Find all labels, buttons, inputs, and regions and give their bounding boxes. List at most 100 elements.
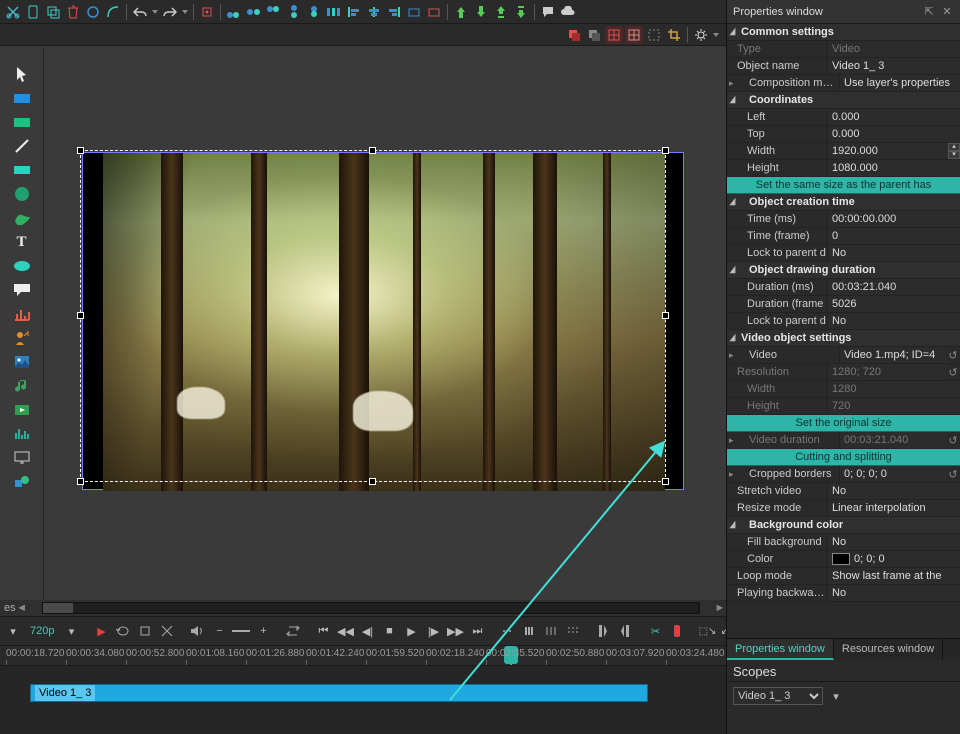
comment-icon[interactable] — [539, 3, 557, 21]
tab-properties[interactable]: Properties window — [727, 639, 834, 660]
undo-icon[interactable] — [131, 3, 149, 21]
dropdown-icon[interactable]: ▾ — [4, 621, 22, 641]
snap-icon[interactable] — [136, 621, 154, 641]
split-icon[interactable]: ✂ — [646, 621, 664, 641]
cut-icon[interactable] — [4, 3, 22, 21]
bounds-icon[interactable] — [645, 26, 663, 44]
vol-slider[interactable] — [232, 621, 250, 641]
section-drawing-duration[interactable]: Object drawing duration — [727, 262, 960, 279]
markers4-icon[interactable] — [564, 621, 582, 641]
res-reset-icon[interactable]: ↺ — [946, 366, 960, 379]
preview-canvas[interactable] — [44, 46, 726, 600]
redo-icon[interactable] — [161, 3, 179, 21]
crop-icon[interactable] — [665, 26, 683, 44]
fast-fwd-icon[interactable]: ⏭ — [468, 621, 486, 641]
copy-icon[interactable] — [44, 3, 62, 21]
scroll-right-icon[interactable]: ► — [714, 602, 726, 614]
device-icon[interactable] — [24, 3, 42, 21]
prev-frame-icon[interactable]: ◀◀ — [336, 621, 354, 641]
section-background[interactable]: Background color — [727, 517, 960, 534]
marker-start-icon[interactable] — [594, 621, 612, 641]
ellipse-tool-icon[interactable] — [10, 256, 34, 276]
marker-red-icon[interactable] — [668, 621, 686, 641]
redo-dropdown[interactable] — [181, 3, 189, 21]
counter-tool-icon[interactable] — [10, 328, 34, 348]
chart-tool-icon[interactable] — [10, 304, 34, 324]
pin-icon[interactable]: ⇱ — [922, 5, 936, 18]
bring-front-icon[interactable] — [492, 3, 510, 21]
tab-resources[interactable]: Resources window — [834, 639, 943, 660]
close-panel-icon[interactable]: ✕ — [940, 5, 954, 18]
same-size-button[interactable]: Set the same size as the parent has — [727, 177, 960, 194]
rect-red-icon[interactable] — [425, 3, 443, 21]
width-spinner[interactable]: ▴▾ — [948, 143, 960, 159]
freeform-tool-icon[interactable] — [10, 208, 34, 228]
align-v1-icon[interactable] — [285, 3, 303, 21]
audio-tool-icon[interactable] — [10, 376, 34, 396]
next-frame-icon[interactable]: ▶▶ — [446, 621, 464, 641]
section-creation-time[interactable]: Object creation time — [727, 194, 960, 211]
record-icon[interactable]: ▶ — [92, 621, 110, 641]
crop-reset-icon[interactable]: ↺ — [946, 468, 960, 481]
screen-tool-icon[interactable] — [10, 448, 34, 468]
align-right-icon[interactable] — [385, 3, 403, 21]
cloud-icon[interactable] — [559, 3, 577, 21]
speaker-icon[interactable] — [188, 621, 206, 641]
video-frame[interactable] — [82, 152, 684, 490]
stop-icon[interactable]: ■ — [380, 621, 398, 641]
snap-icon[interactable] — [198, 3, 216, 21]
scrollbar-thumb[interactable] — [43, 603, 73, 613]
move-up-icon[interactable] — [452, 3, 470, 21]
align-group2-icon[interactable] — [245, 3, 263, 21]
settings-dropdown[interactable] — [712, 26, 720, 44]
resolution-label[interactable]: 720p — [26, 625, 58, 637]
layers-blue-icon[interactable] — [585, 26, 603, 44]
video-clip[interactable]: Video 1_ 3 — [30, 684, 648, 702]
pointer-tool-icon[interactable] — [10, 64, 34, 84]
align-v2-icon[interactable] — [305, 3, 323, 21]
vdur-reset-icon[interactable]: ↺ — [946, 434, 960, 447]
markers1-icon[interactable] — [498, 621, 516, 641]
move-down-icon[interactable] — [472, 3, 490, 21]
vol-up-icon[interactable]: + — [254, 621, 272, 641]
rect-green-tool-icon[interactable] — [10, 112, 34, 132]
align-group1-icon[interactable] — [225, 3, 243, 21]
marker-end-icon[interactable] — [616, 621, 634, 641]
markers2-icon[interactable] — [520, 621, 538, 641]
step-back-icon[interactable]: ◀| — [358, 621, 376, 641]
align-group3-icon[interactable] — [265, 3, 283, 21]
scrollbar-track[interactable] — [42, 602, 700, 614]
line-tool-icon[interactable] — [10, 136, 34, 156]
text-tool-icon[interactable]: T — [10, 232, 34, 252]
timeline-tracks[interactable]: Video 1_ 3 — [0, 666, 726, 726]
grid-icon[interactable] — [625, 26, 643, 44]
section-common[interactable]: Common settings — [727, 24, 960, 41]
rect-blue-icon[interactable] — [405, 3, 423, 21]
markers3-icon[interactable] — [542, 621, 560, 641]
timeline-ruler[interactable]: 00:00:18.72000:00:34.08000:00:52.80000:0… — [0, 646, 726, 666]
video-reset-icon[interactable]: ↺ — [946, 349, 960, 362]
grid-red-icon[interactable] — [605, 26, 623, 44]
loop-icon[interactable] — [114, 621, 132, 641]
tooltip-tool-icon[interactable] — [10, 280, 34, 300]
scopes-select[interactable]: Video 1_ 3 — [733, 687, 823, 705]
video-tool-icon[interactable] — [10, 400, 34, 420]
delete-icon[interactable] — [64, 3, 82, 21]
cutting-splitting-button[interactable]: Cutting and splitting — [727, 449, 960, 466]
visualization-tool-icon[interactable] — [10, 424, 34, 444]
send-back-icon[interactable] — [512, 3, 530, 21]
zoom-in-tl-icon[interactable]: ⬚↘ — [698, 621, 716, 641]
circle-icon[interactable] — [84, 3, 102, 21]
section-coordinates[interactable]: Coordinates — [727, 92, 960, 109]
align-left-icon[interactable] — [345, 3, 363, 21]
distribute-h-icon[interactable] — [325, 3, 343, 21]
curve-icon[interactable] — [104, 3, 122, 21]
scopes-dropdown-icon[interactable]: ▾ — [827, 686, 845, 706]
scroll-left-icon[interactable]: ◄ — [16, 602, 28, 614]
cut-pb-icon[interactable] — [158, 621, 176, 641]
layers-red-icon[interactable] — [565, 26, 583, 44]
undo-dropdown[interactable] — [151, 3, 159, 21]
vol-down-icon[interactable]: − — [210, 621, 228, 641]
align-center-icon[interactable] — [365, 3, 383, 21]
color-swatch[interactable] — [832, 553, 850, 565]
